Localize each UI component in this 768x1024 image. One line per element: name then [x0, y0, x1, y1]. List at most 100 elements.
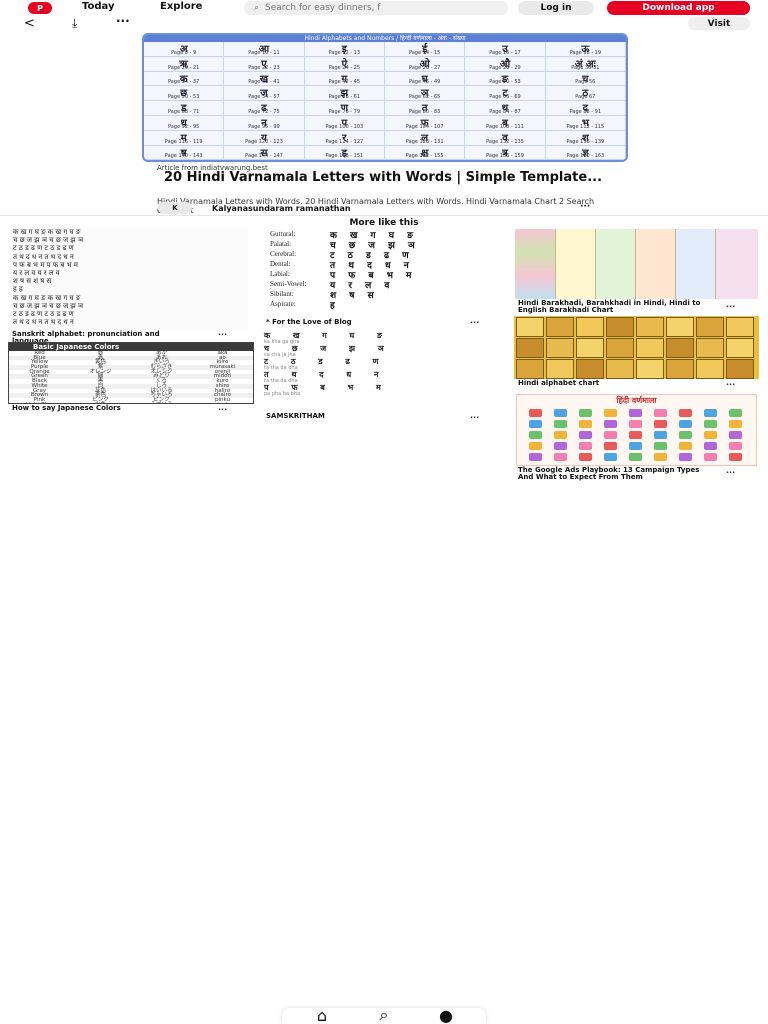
chart-tile — [636, 359, 664, 379]
login-button[interactable]: Log in — [518, 1, 594, 15]
pin-card-sanskrit[interactable]: क ख ग घ ङ क ख ग घ ङच छ ज झ ञ च छ ज झ ञट … — [10, 228, 248, 330]
sanskrit-row-text: त थ द ध न त थ द ध न — [13, 318, 74, 327]
ads-tile — [604, 431, 617, 439]
sanskrit-row: श ष स श ष स — [10, 277, 248, 285]
card-more-icon[interactable]: ··· — [726, 302, 735, 311]
chart-tile — [546, 359, 574, 379]
card-more-icon[interactable]: ··· — [218, 330, 227, 339]
ads-tile — [554, 442, 567, 450]
chart-tile — [576, 359, 604, 379]
card-text-line: ट ठ ड ढ ण — [264, 357, 389, 366]
card-more-icon[interactable]: ··· — [726, 468, 735, 477]
download-app-button[interactable]: Download app — [607, 1, 750, 15]
row-label: Dental: — [270, 260, 291, 268]
back-arrow-icon[interactable]: < — [24, 16, 35, 31]
ads-tile — [679, 453, 692, 461]
sanskrit-row: य र ल व य र ल व — [10, 269, 248, 277]
ads-tile — [729, 442, 742, 450]
avatar[interactable]: K — [158, 202, 192, 214]
sanskrit-row: त थ द ध न त थ द ध न — [10, 253, 248, 261]
letter-cell: ह Page 148 - 151 — [304, 145, 385, 160]
author-name[interactable]: Kalyanasundaram ramanathan — [212, 204, 351, 213]
sanskrit-row-text: श ष स श ष स — [13, 277, 52, 286]
card-more-icon[interactable]: ··· — [726, 380, 735, 389]
sanskrit-row-text: ट ठ ड ढ ण ट ठ ड ढ ण — [13, 244, 74, 253]
letter-cell: ङ Page 50 - 53 — [465, 71, 546, 87]
pin-more-icon[interactable]: ··· — [580, 202, 590, 212]
letter-cell: ष Page 140 - 143 — [144, 145, 225, 160]
card-caption[interactable]: * For the Love of Blog — [266, 319, 352, 326]
card-caption[interactable]: Hindi Barakhadi, Barahkhadi in Hindi, Hi… — [518, 300, 708, 314]
search-nav-icon[interactable]: ⌕ — [374, 1005, 394, 1024]
share-icon[interactable]: ⤓ — [72, 16, 77, 31]
letter-cell: ड Page 68 - 71 — [144, 101, 225, 116]
devanagari-row: Guttural: क ख ग घ ङ — [266, 228, 502, 241]
chart-tile — [666, 359, 694, 379]
visit-button[interactable]: Visit — [688, 17, 750, 30]
pin-card-devanagari[interactable]: Guttural: क ख ग घ ङ Palatal: च छ ज झ ञ Cereb… — [266, 228, 502, 324]
card-caption[interactable]: Hindi alphabet chart — [518, 380, 599, 387]
ads-tile — [679, 431, 692, 439]
card-image-column — [555, 229, 595, 299]
digit-cell: ६ — [357, 160, 400, 162]
card-caption[interactable]: SAMSKRITHAM — [266, 413, 325, 420]
letter-page: Page 148 - 151 — [325, 153, 364, 160]
ads-tile — [654, 431, 667, 439]
letter-cell: ब Page 108 - 111 — [465, 115, 546, 131]
card-image-column — [715, 229, 758, 299]
search-input[interactable] — [265, 3, 466, 13]
home-icon[interactable]: ⌂ — [312, 1006, 332, 1024]
devanagari-row: Dental: त थ द ध न — [266, 258, 502, 271]
ads-tile — [654, 442, 667, 450]
chart-tile — [666, 338, 694, 358]
letter-cell: ज्ञ Page 160 - 163 — [545, 145, 626, 160]
card-banner: हिंदी वर्णमाला — [616, 396, 657, 405]
devanagari-row: Palatal: च छ ज झ ञ — [266, 238, 502, 251]
devanagari-row: Semi-Vowel: य र ल व — [266, 278, 502, 291]
pinterest-logo-icon[interactable]: P — [28, 2, 52, 14]
card-text-line: pa pha ba bha — [264, 391, 301, 397]
row-label: Semi-Vowel: — [270, 280, 307, 288]
card-caption[interactable]: How to say Japanese Colors — [12, 405, 121, 412]
profile-icon[interactable]: ● — [436, 1006, 456, 1024]
sanskrit-row: च छ ज झ ञ च छ ज झ ञ — [10, 236, 248, 244]
ads-tile — [554, 409, 567, 417]
card-more-icon[interactable]: ··· — [218, 405, 227, 414]
card-caption[interactable]: The Google Ads Playbook: 13 Campaign Typ… — [518, 467, 708, 481]
search-bar[interactable]: ⌕ — [244, 1, 508, 15]
row-label: Sibilant: — [270, 290, 294, 298]
more-options-icon[interactable]: ··· — [116, 14, 130, 28]
ads-tile — [529, 409, 542, 417]
ads-tile — [604, 453, 617, 461]
ads-tile — [729, 453, 742, 461]
nav-today-link[interactable]: Today — [82, 1, 114, 12]
letter-cell: ण Page 76 - 79 — [304, 101, 385, 116]
letter-cell: य Page 120 - 123 — [224, 130, 305, 146]
ads-tile — [704, 409, 717, 417]
ads-tile — [629, 431, 642, 439]
letter-cell: ख Page 38 - 41 — [224, 71, 305, 87]
letter-cell: व Page 132 - 135 — [465, 130, 546, 146]
ads-tile — [679, 420, 692, 428]
ads-tile — [654, 453, 667, 461]
pin-card-samskritham[interactable]: क ख ग घ ङ ka kha ga gha च छ ज झ ञ ca cha j… — [262, 332, 502, 412]
pin-card-alphabet-chart[interactable] — [514, 316, 759, 379]
sanskrit-row: प फ ब भ म प फ ब भ म — [10, 261, 248, 269]
pin-card-barakhadi[interactable] — [515, 229, 758, 299]
ads-tile — [579, 409, 592, 417]
letter-cell: औ Page 28 - 29 — [465, 56, 546, 72]
card-more-icon[interactable]: ··· — [470, 413, 479, 422]
letter-page: Page 156 - 159 — [486, 153, 524, 160]
sanskrit-row: ट ठ ड ढ ण ट ठ ड ढ ण — [10, 244, 248, 252]
letter-cell: थ Page 84 - 87 — [465, 101, 546, 116]
pin-card-japanese-colors[interactable]: Basic Japanese Colors Red 赤あか aka Blue 青あお ao… — [8, 342, 254, 404]
card-more-icon[interactable]: ··· — [470, 318, 479, 327]
pin-card-ads-playbook[interactable]: हिंदी वर्णमाला — [516, 394, 757, 466]
card-image-strip — [515, 229, 555, 299]
pin-image[interactable]: Hindi Alphabets and Numbers / हिन्दी वर्… — [142, 33, 628, 162]
row-label: Palatal: — [270, 240, 291, 248]
chart-tile — [636, 317, 664, 337]
chart-tile — [606, 317, 634, 337]
color-table-cell: みずいろ — [131, 402, 192, 403]
nav-explore-link[interactable]: Explore — [160, 1, 202, 12]
